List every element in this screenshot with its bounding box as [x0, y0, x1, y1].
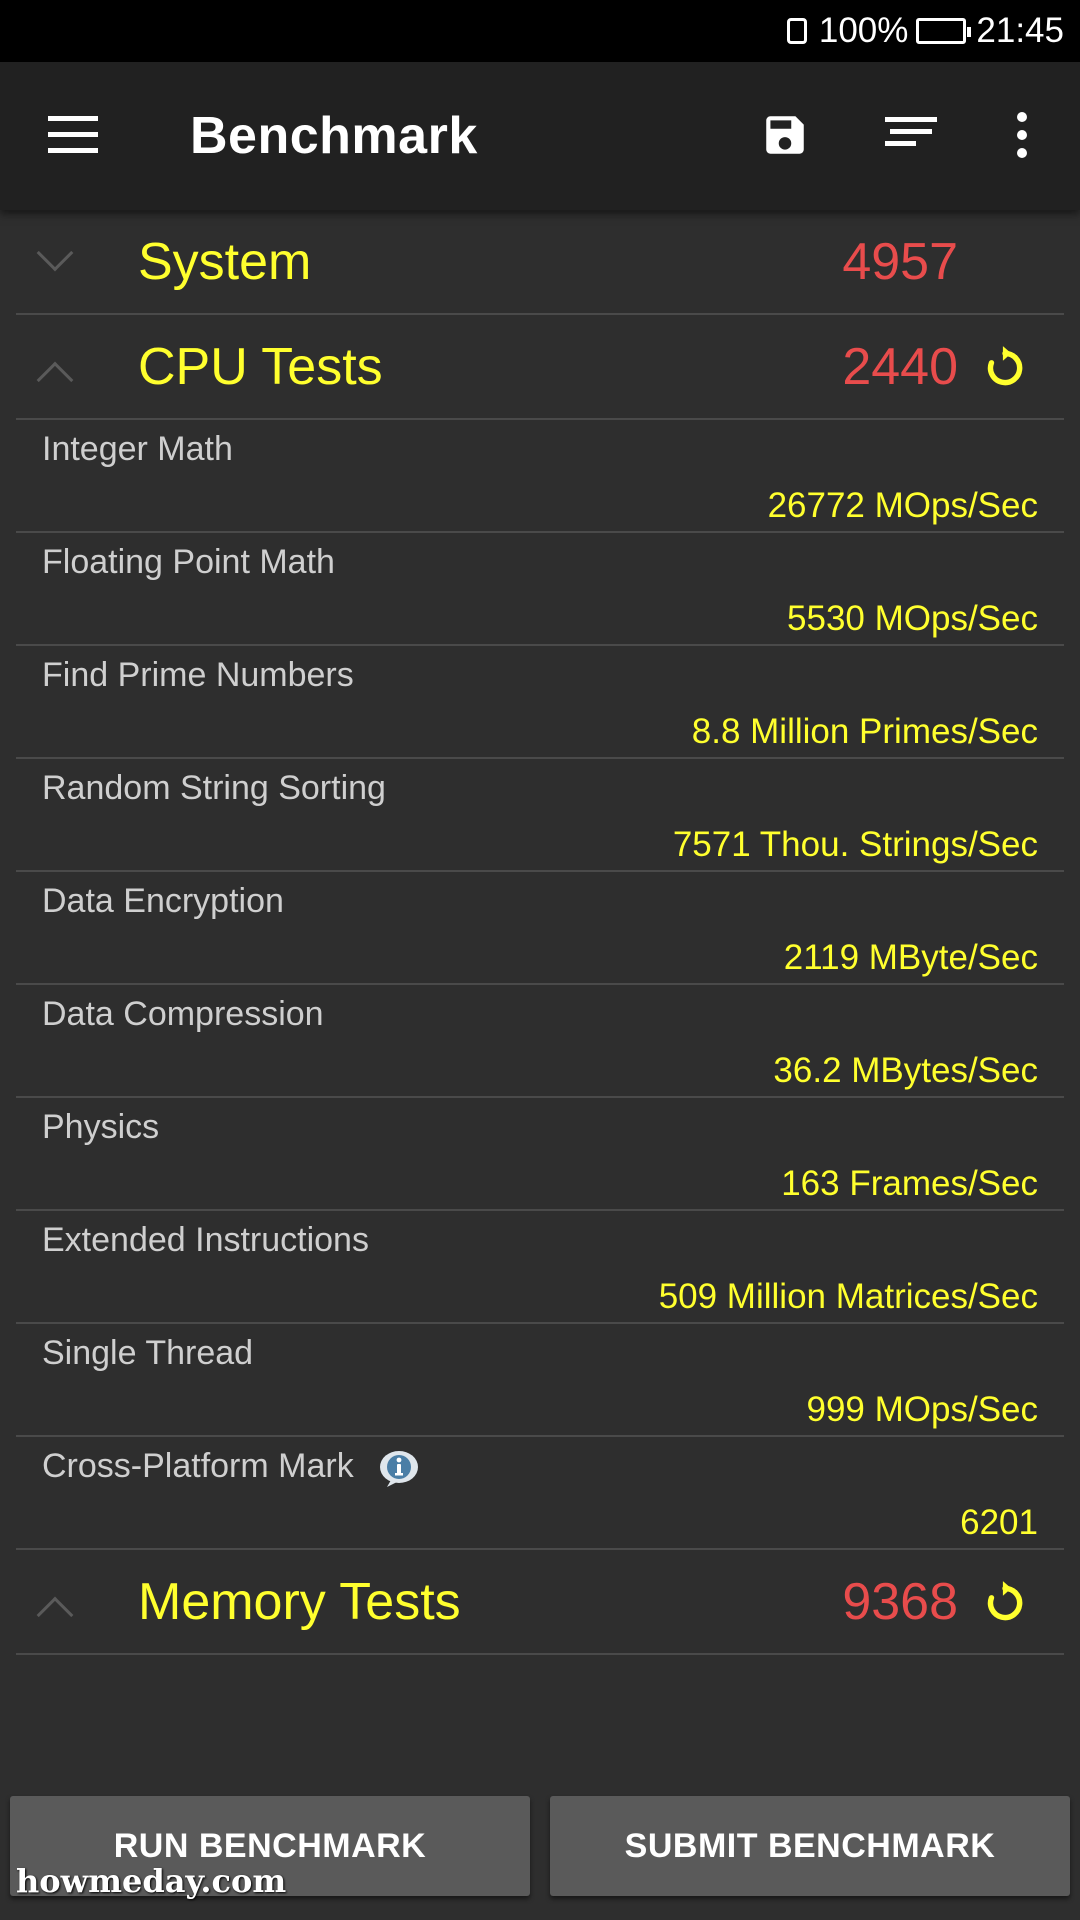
test-value: 5530 MOps/Sec: [787, 599, 1038, 638]
refresh-icon[interactable]: [980, 343, 1030, 393]
test-row: Cross-Platform Mark 6201: [16, 1437, 1064, 1550]
sim-card-icon: [786, 18, 807, 44]
test-value: 6201: [960, 1503, 1038, 1542]
menu-icon[interactable]: [48, 116, 98, 156]
test-row: Data Compression 36.2 MBytes/Sec: [16, 985, 1064, 1098]
test-name: Single Thread: [42, 1334, 254, 1372]
test-name: Data Encryption: [42, 882, 284, 920]
test-name: Random String Sorting: [42, 769, 386, 807]
test-value: 2119 MByte/Sec: [783, 938, 1038, 977]
test-row: Find Prime Numbers 8.8 Million Primes/Se…: [16, 646, 1064, 759]
status-bar: 100% 21:45: [0, 0, 1080, 62]
test-value: 999 MOps/Sec: [806, 1390, 1039, 1429]
test-row: Single Thread 999 MOps/Sec: [16, 1324, 1064, 1437]
test-value: 8.8 Million Primes/Sec: [691, 712, 1038, 751]
section-memory-tests[interactable]: Memory Tests 9368: [16, 1550, 1064, 1655]
chevron-up-icon: [36, 361, 74, 399]
section-title: System: [138, 233, 312, 291]
test-name-label: Cross-Platform Mark: [42, 1447, 354, 1485]
save-icon[interactable]: [760, 110, 810, 160]
submit-benchmark-button[interactable]: SUBMIT BENCHMARK: [550, 1796, 1070, 1896]
test-row: Random String Sorting 7571 Thou. Strings…: [16, 759, 1064, 872]
section-score: 9368: [842, 1573, 958, 1631]
benchmark-results: System 4957 CPU Tests 2440 Integer Math …: [16, 210, 1064, 1655]
test-name: Cross-Platform Mark: [42, 1447, 421, 1488]
section-system[interactable]: System 4957: [16, 210, 1064, 315]
test-row: Floating Point Math 5530 MOps/Sec: [16, 533, 1064, 646]
battery-icon: [916, 18, 972, 44]
section-title: Memory Tests: [138, 1573, 461, 1631]
sort-icon[interactable]: [885, 117, 937, 153]
benchmark-screen: 100% 21:45 Benchmark System 4957 CPU Tes…: [0, 0, 1080, 1920]
test-name: Physics: [42, 1108, 160, 1146]
test-value: 163 Frames/Sec: [781, 1164, 1038, 1203]
section-cpu-tests[interactable]: CPU Tests 2440: [16, 315, 1064, 420]
test-value: 509 Million Matrices/Sec: [658, 1277, 1038, 1316]
test-value: 36.2 MBytes/Sec: [773, 1051, 1038, 1090]
test-name: Data Compression: [42, 995, 324, 1033]
button-bar: RUN BENCHMARK SUBMIT BENCHMARK: [0, 1790, 1080, 1920]
test-row: Extended Instructions 509 Million Matric…: [16, 1211, 1064, 1324]
app-bar: Benchmark: [0, 62, 1080, 210]
test-row: Data Encryption 2119 MByte/Sec: [16, 872, 1064, 985]
test-row: Integer Math 26772 MOps/Sec: [16, 420, 1064, 533]
chevron-up-icon: [36, 1596, 74, 1634]
test-name: Floating Point Math: [42, 543, 335, 581]
more-vert-icon[interactable]: [1010, 112, 1034, 162]
chevron-down-icon: [36, 234, 74, 272]
test-value: 7571 Thou. Strings/Sec: [672, 825, 1038, 864]
info-icon[interactable]: [377, 1448, 421, 1488]
test-name: Extended Instructions: [42, 1221, 369, 1259]
refresh-icon[interactable]: [980, 1578, 1030, 1628]
test-row: Physics 163 Frames/Sec: [16, 1098, 1064, 1211]
page-title: Benchmark: [190, 107, 478, 165]
section-title: CPU Tests: [138, 338, 383, 396]
section-score: 2440: [842, 338, 958, 396]
clock: 21:45: [976, 11, 1064, 50]
section-score: 4957: [842, 233, 958, 291]
watermark: howmeday.com: [16, 1862, 287, 1900]
test-name: Integer Math: [42, 430, 233, 468]
test-name: Find Prime Numbers: [42, 656, 354, 694]
battery-percentage: 100%: [818, 11, 909, 50]
test-value: 26772 MOps/Sec: [767, 486, 1038, 525]
